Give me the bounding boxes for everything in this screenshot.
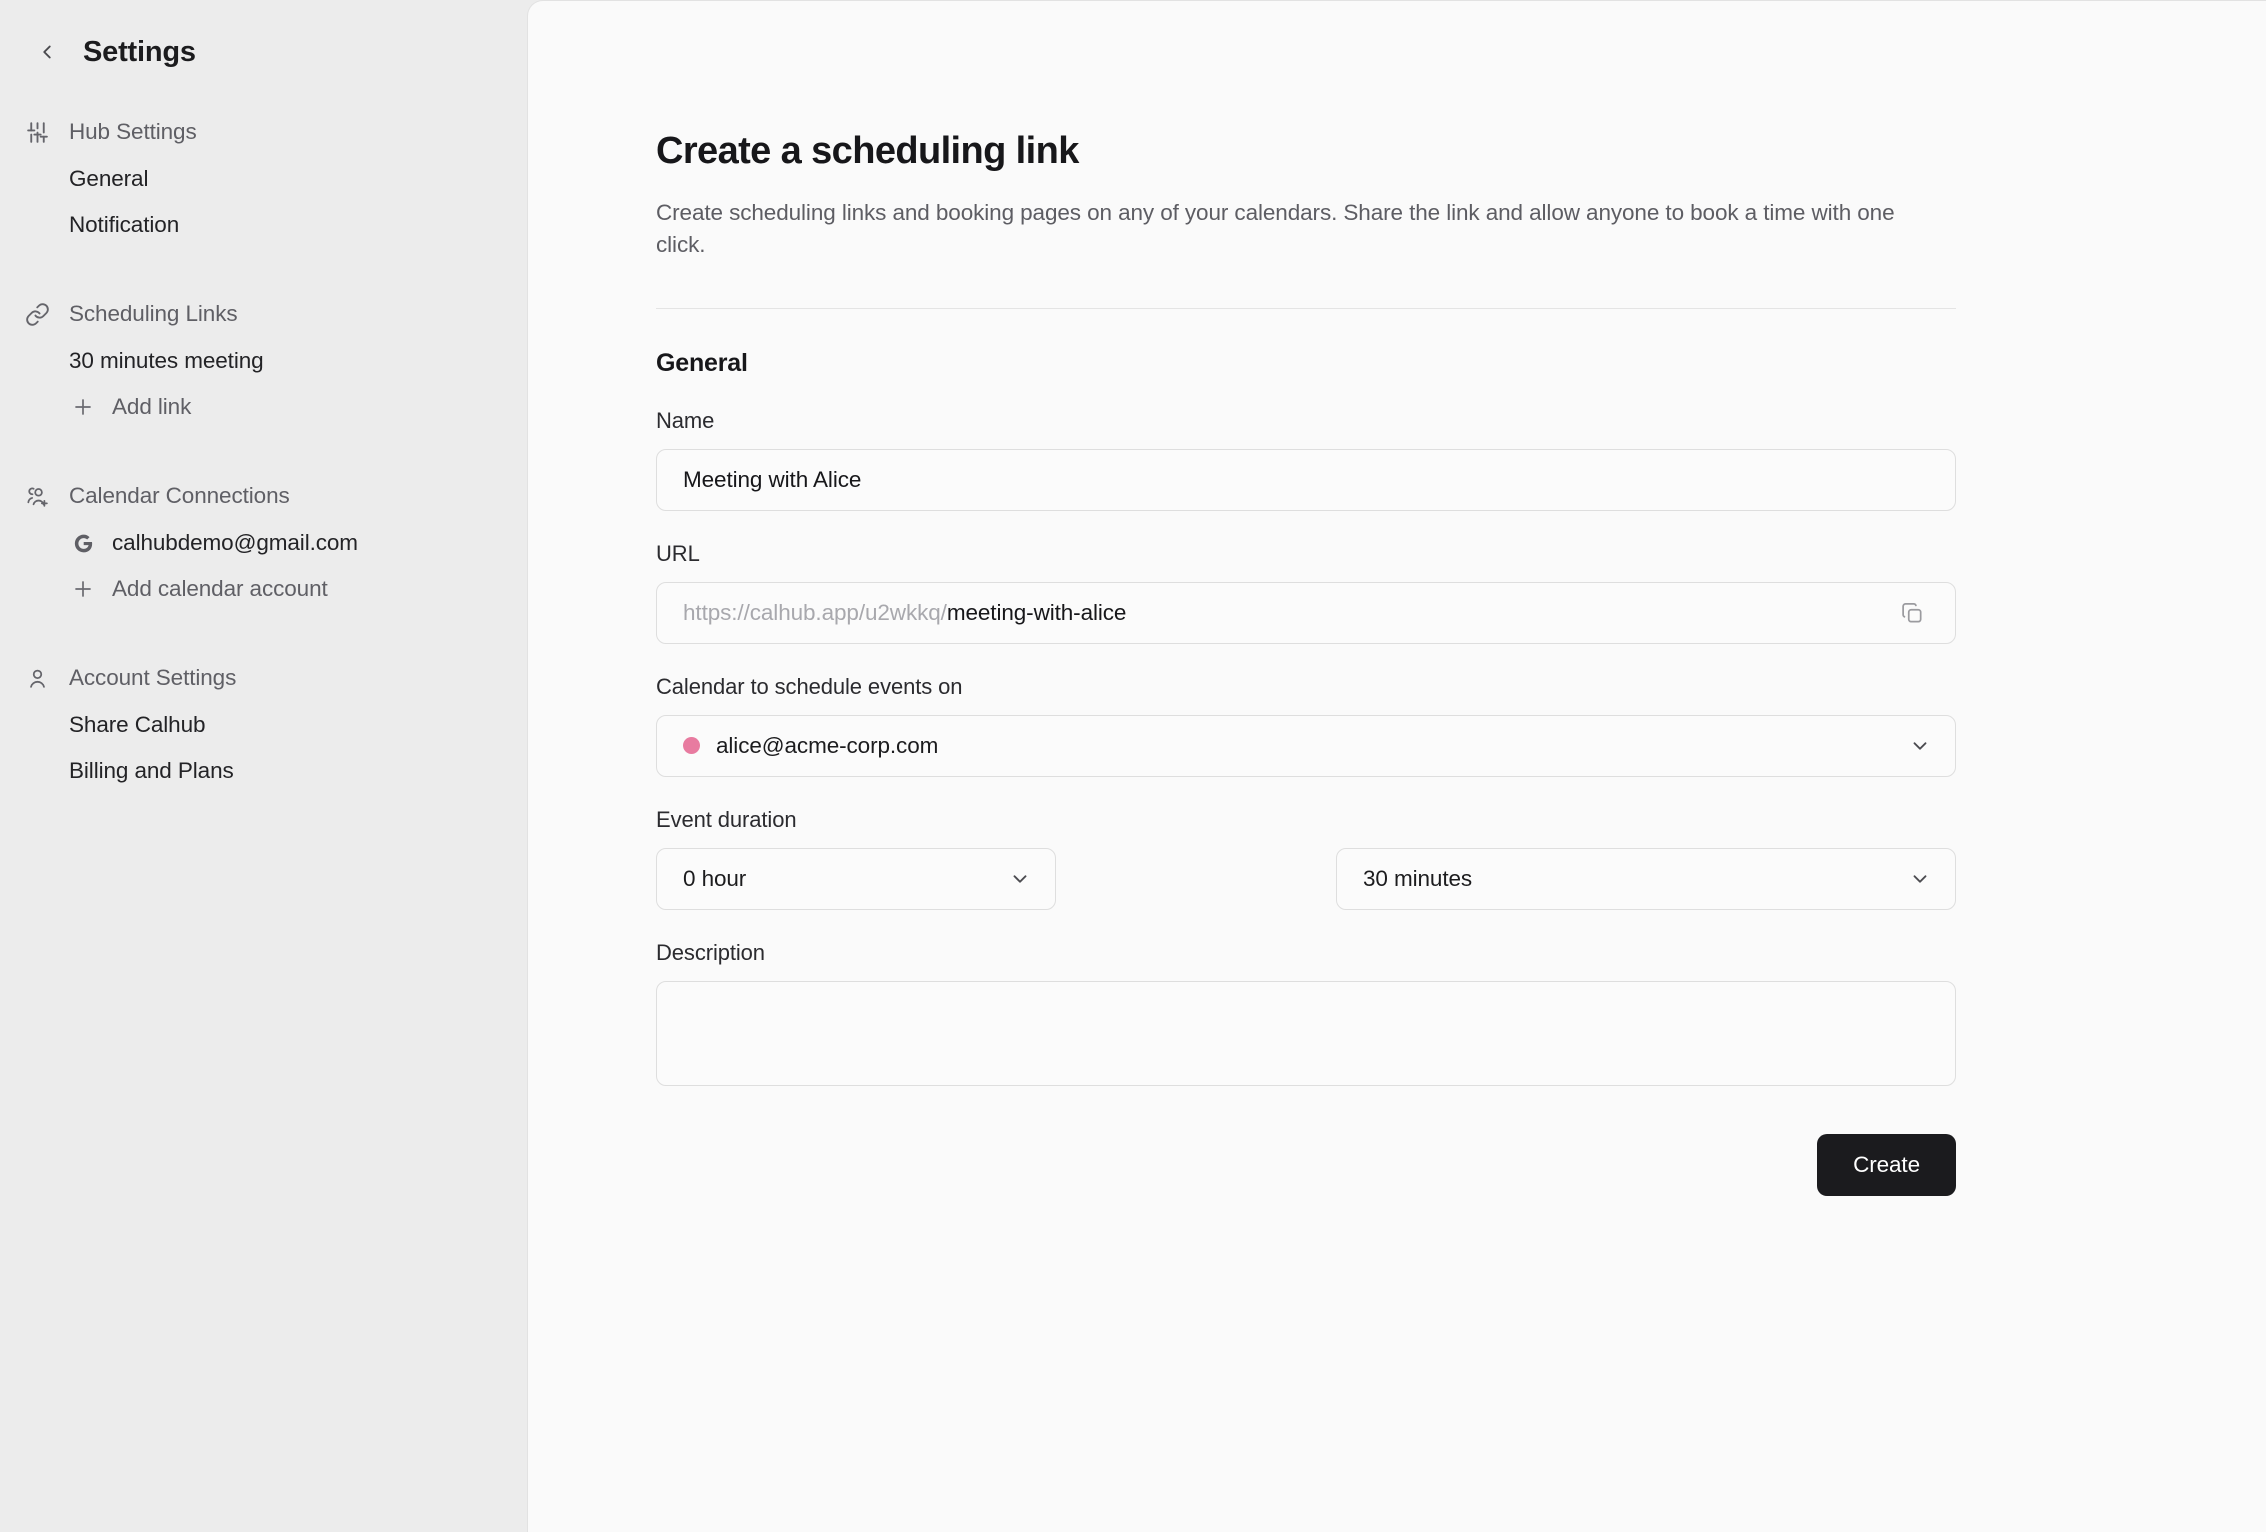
duration-hours-select[interactable]: 0 hour — [656, 848, 1056, 910]
url-text: https://calhub.app/u2wkkq/meeting-with-a… — [683, 600, 1126, 626]
sidebar-item-calhubdemo-account[interactable]: calhubdemo@gmail.com — [0, 520, 527, 566]
sidebar-section-label: Hub Settings — [69, 119, 197, 145]
calendar-label: Calendar to schedule events on — [656, 674, 1956, 700]
chevron-down-icon — [1007, 866, 1033, 892]
copy-icon[interactable] — [1895, 596, 1929, 630]
url-input[interactable]: https://calhub.app/u2wkkq/meeting-with-a… — [656, 582, 1956, 644]
sidebar-item-label: General — [69, 166, 148, 192]
chevron-down-icon — [1907, 866, 1933, 892]
name-input[interactable]: Meeting with Alice — [656, 449, 1956, 511]
field-calendar: Calendar to schedule events on alice@acm… — [656, 674, 1956, 777]
sidebar-section-label: Scheduling Links — [69, 301, 238, 327]
create-button[interactable]: Create — [1817, 1134, 1956, 1196]
sidebar-item-label: Share Calhub — [69, 712, 205, 738]
sidebar-item-share-calhub[interactable]: Share Calhub — [0, 702, 527, 748]
plus-icon — [69, 575, 97, 603]
duration-minutes-value: 30 minutes — [1363, 866, 1472, 892]
sidebar-item-label: Notification — [69, 212, 179, 238]
sidebar-item-label: Billing and Plans — [69, 758, 234, 784]
field-url: URL https://calhub.app/u2wkkq/meeting-wi… — [656, 541, 1956, 644]
nav-group-scheduling-links: Scheduling Links 30 minutes meeting Add … — [0, 290, 527, 430]
create-link-heading: Create a scheduling link — [656, 129, 1960, 175]
content-container: Create a scheduling link Create scheduli… — [528, 1, 1960, 1196]
sidebar-item-label: 30 minutes meeting — [69, 348, 264, 374]
link-icon — [22, 299, 52, 329]
sidebar-item-30-minutes-meeting[interactable]: 30 minutes meeting — [0, 338, 527, 384]
sidebar-item-label: Add calendar account — [112, 576, 328, 602]
event-duration-label: Event duration — [656, 807, 1956, 833]
url-prefix: https://calhub.app/u2wkkq/ — [683, 600, 947, 626]
url-slug: meeting-with-alice — [947, 600, 1127, 626]
calendar-color-dot — [683, 737, 700, 754]
sidebar-section-label: Calendar Connections — [69, 483, 290, 509]
calendar-select[interactable]: alice@acme-corp.com — [656, 715, 1956, 777]
sidebar-section-scheduling-links[interactable]: Scheduling Links — [0, 290, 527, 338]
sidebar-item-billing-and-plans[interactable]: Billing and Plans — [0, 748, 527, 794]
divider — [656, 308, 1956, 309]
sidebar-item-add-link[interactable]: Add link — [0, 384, 527, 430]
section-heading-general: General — [656, 349, 1960, 378]
duration-row: 0 hour 30 minutes — [656, 848, 1956, 910]
sidebar: Settings Hub Settings General Notificati… — [0, 0, 527, 1532]
field-description: Description — [656, 940, 1956, 1086]
field-event-duration: Event duration 0 hour 30 minutes — [656, 807, 1956, 910]
name-label: Name — [656, 408, 1956, 434]
url-label: URL — [656, 541, 1956, 567]
user-icon — [22, 663, 52, 693]
description-label: Description — [656, 940, 1956, 966]
calendar-select-value: alice@acme-corp.com — [716, 733, 938, 759]
nav-spacer — [0, 626, 527, 654]
calendar-select-left: alice@acme-corp.com — [683, 733, 938, 759]
sidebar-section-label: Account Settings — [69, 665, 236, 691]
form-actions: Create — [656, 1134, 1956, 1196]
plus-icon — [69, 393, 97, 421]
sidebar-item-general[interactable]: General — [0, 156, 527, 202]
duration-minutes-select[interactable]: 30 minutes — [1336, 848, 1956, 910]
sidebar-section-account-settings[interactable]: Account Settings — [0, 654, 527, 702]
sidebar-item-notification[interactable]: Notification — [0, 202, 527, 248]
users-plus-icon — [22, 481, 52, 511]
sliders-icon — [22, 117, 52, 147]
nav-spacer — [0, 444, 527, 472]
sidebar-item-add-calendar-account[interactable]: Add calendar account — [0, 566, 527, 612]
nav-group-account-settings: Account Settings Share Calhub Billing an… — [0, 654, 527, 794]
chevron-down-icon — [1907, 733, 1933, 759]
nav-spacer — [0, 262, 527, 290]
sidebar-header: Settings — [0, 26, 527, 78]
page-title: Settings — [83, 36, 196, 69]
duration-hours-value: 0 hour — [683, 866, 746, 892]
sidebar-section-calendar-connections[interactable]: Calendar Connections — [0, 472, 527, 520]
sidebar-item-label: Add link — [112, 394, 191, 420]
sidebar-item-label: calhubdemo@gmail.com — [112, 530, 358, 556]
nav-group-hub-settings: Hub Settings General Notification — [0, 108, 527, 248]
name-input-value: Meeting with Alice — [683, 467, 861, 493]
sidebar-section-hub-settings[interactable]: Hub Settings — [0, 108, 527, 156]
description-textarea[interactable] — [656, 981, 1956, 1086]
field-name: Name Meeting with Alice — [656, 408, 1956, 511]
main-panel: Create a scheduling link Create scheduli… — [527, 0, 2266, 1532]
app-root: Settings Hub Settings General Notificati… — [0, 0, 2266, 1532]
nav-group-calendar-connections: Calendar Connections calhubdemo@gmail.co… — [0, 472, 527, 612]
create-link-description: Create scheduling links and booking page… — [656, 197, 1924, 262]
chevron-left-icon[interactable] — [32, 37, 62, 67]
google-g-icon — [69, 529, 97, 557]
